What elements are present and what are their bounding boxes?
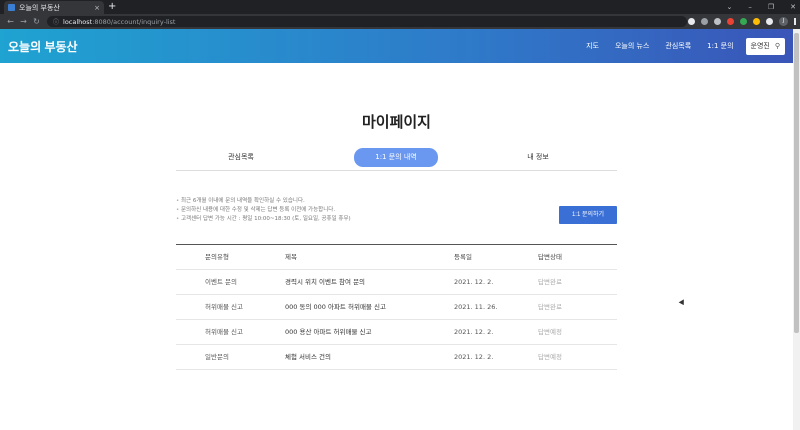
cell-title[interactable]: 체험 서비스 건의 (285, 345, 331, 370)
tab-inquiry-history[interactable]: 1:1 문의 내역 (354, 148, 438, 167)
web-page: 오늘의 부동산 지도 오늘의 뉴스 관심목록 1:1 문의 운영진 ⚲ 마이페이… (0, 29, 793, 430)
cell-type: 허위매물 신고 (205, 328, 243, 336)
back-icon[interactable]: ← (4, 17, 17, 26)
tab-favorites[interactable]: 관심목록 (199, 148, 283, 167)
table-row[interactable]: 이벤트 문의 경력시 위치 이벤트 참여 문의 2021. 12. 2. 답변완… (176, 270, 617, 295)
tab-title: 오늘의 부동산 (19, 3, 60, 12)
cell-status: 답변완료 (538, 303, 562, 311)
site-header: 오늘의 부동산 지도 오늘의 뉴스 관심목록 1:1 문의 운영진 ⚲ (0, 29, 793, 63)
site-logo[interactable]: 오늘의 부동산 (8, 38, 78, 55)
column-header-title: 제목 (285, 253, 297, 261)
cell-date: 2021. 12. 2. (454, 328, 494, 336)
notice-item: 문의하신 내용에 대한 수정 및 삭제는 답변 등록 이전에 가능합니다. (176, 206, 351, 215)
key-icon[interactable] (688, 18, 695, 25)
nav-favorites[interactable]: 관심목록 (665, 41, 691, 51)
cell-type: 이벤트 문의 (205, 278, 237, 286)
page-scrollbar[interactable] (793, 29, 800, 430)
new-inquiry-button[interactable]: 1:1 문의하기 (559, 206, 617, 224)
share-icon[interactable] (701, 18, 708, 25)
nav-inquiry[interactable]: 1:1 문의 (707, 41, 733, 51)
browser-window: 오늘의 부동산 × + ⌄ – ❐ ✕ ← → ↻ ⓘ localhost :8… (0, 0, 800, 430)
extension-icon[interactable] (727, 18, 734, 25)
scrollbar-thumb[interactable] (794, 33, 799, 333)
browser-tab[interactable]: 오늘의 부동산 × (4, 1, 104, 14)
user-menu-button[interactable]: 운영진 ⚲ (745, 37, 785, 55)
tab-my-info[interactable]: 내 정보 (496, 148, 580, 167)
cell-date: 2021. 11. 26. (454, 303, 498, 311)
inquiry-table: 문의유형 제목 등록일 답변상태 이벤트 문의 경력시 위치 이벤트 참여 문의… (176, 244, 617, 370)
notice-item: 최근 6개월 이내에 문의 내역을 확인하실 수 있습니다. (176, 197, 351, 206)
browser-toolbar: ← → ↻ ⓘ localhost :8080/account/inquiry-… (0, 14, 800, 29)
cell-type: 허위매물 신고 (205, 303, 243, 311)
cell-status: 답변예정 (538, 328, 562, 336)
favicon-icon (8, 4, 15, 11)
nav-map[interactable]: 지도 (586, 41, 599, 51)
column-header-type: 문의유형 (205, 253, 229, 261)
restore-button[interactable]: ❐ (768, 3, 774, 11)
notice-item: 고객센터 답변 가능 시간 : 평일 10:00~18:30 (토, 일요일, … (176, 215, 351, 224)
notice-list: 최근 6개월 이내에 문의 내역을 확인하실 수 있습니다. 문의하신 내용에 … (176, 197, 351, 224)
table-header: 문의유형 제목 등록일 답변상태 (176, 245, 617, 270)
tab-close-icon[interactable]: × (94, 4, 100, 12)
close-window-button[interactable]: ✕ (790, 3, 796, 11)
menu-kebab-icon[interactable] (794, 18, 796, 25)
new-tab-button[interactable]: + (108, 1, 116, 13)
window-controls: ⌄ – ❐ ✕ (726, 0, 796, 14)
table-row[interactable]: 일반문의 체험 서비스 건의 2021. 12. 2. 답변예정 (176, 345, 617, 370)
nav-news[interactable]: 오늘의 뉴스 (615, 41, 649, 51)
minimize-button[interactable]: – (748, 3, 752, 11)
puzzle-icon[interactable] (766, 18, 773, 25)
address-bar[interactable]: ⓘ localhost :8080/account/inquiry-list (47, 16, 687, 27)
cell-status: 답변완료 (538, 278, 562, 286)
tab-strip: 오늘의 부동산 × + ⌄ – ❐ ✕ (0, 0, 800, 14)
table-row[interactable]: 허위매물 신고 000 동의 000 아파트 허위매물 신고 2021. 11.… (176, 295, 617, 320)
reload-icon[interactable]: ↻ (30, 17, 43, 26)
extension-icon[interactable] (753, 18, 760, 25)
cell-title[interactable]: 경력시 위치 이벤트 참여 문의 (285, 270, 365, 295)
column-header-status: 답변상태 (538, 253, 562, 261)
cell-title[interactable]: 000 동의 000 아파트 허위매물 신고 (285, 295, 386, 320)
url-host: localhost (63, 17, 93, 26)
column-header-date: 등록일 (454, 253, 472, 261)
cell-status: 답변예정 (538, 353, 562, 361)
mouse-cursor-icon (678, 299, 687, 307)
page-title: 마이페이지 (361, 113, 431, 131)
cell-date: 2021. 12. 2. (454, 278, 494, 286)
cell-type: 일반문의 (205, 353, 229, 361)
url-path: :8080/account/inquiry-list (92, 17, 176, 26)
cell-date: 2021. 12. 2. (454, 353, 494, 361)
mypage-tabs: 관심목록 1:1 문의 내역 내 정보 (176, 147, 617, 171)
global-nav: 지도 오늘의 뉴스 관심목록 1:1 문의 (586, 41, 733, 51)
extensions-area: J (688, 17, 796, 26)
bookmark-star-icon[interactable] (714, 18, 721, 25)
cell-title[interactable]: 000 용산 아파트 허위매물 신고 (285, 320, 371, 345)
user-icon: ⚲ (774, 42, 780, 50)
user-name: 운영진 (750, 42, 770, 50)
table-row[interactable]: 허위매물 신고 000 용산 아파트 허위매물 신고 2021. 12. 2. … (176, 320, 617, 345)
extension-icon[interactable] (740, 18, 747, 25)
tab-search-icon[interactable]: ⌄ (726, 3, 732, 11)
forward-icon[interactable]: → (17, 17, 30, 26)
info-icon[interactable]: ⓘ (53, 17, 59, 26)
profile-avatar[interactable]: J (779, 17, 788, 26)
